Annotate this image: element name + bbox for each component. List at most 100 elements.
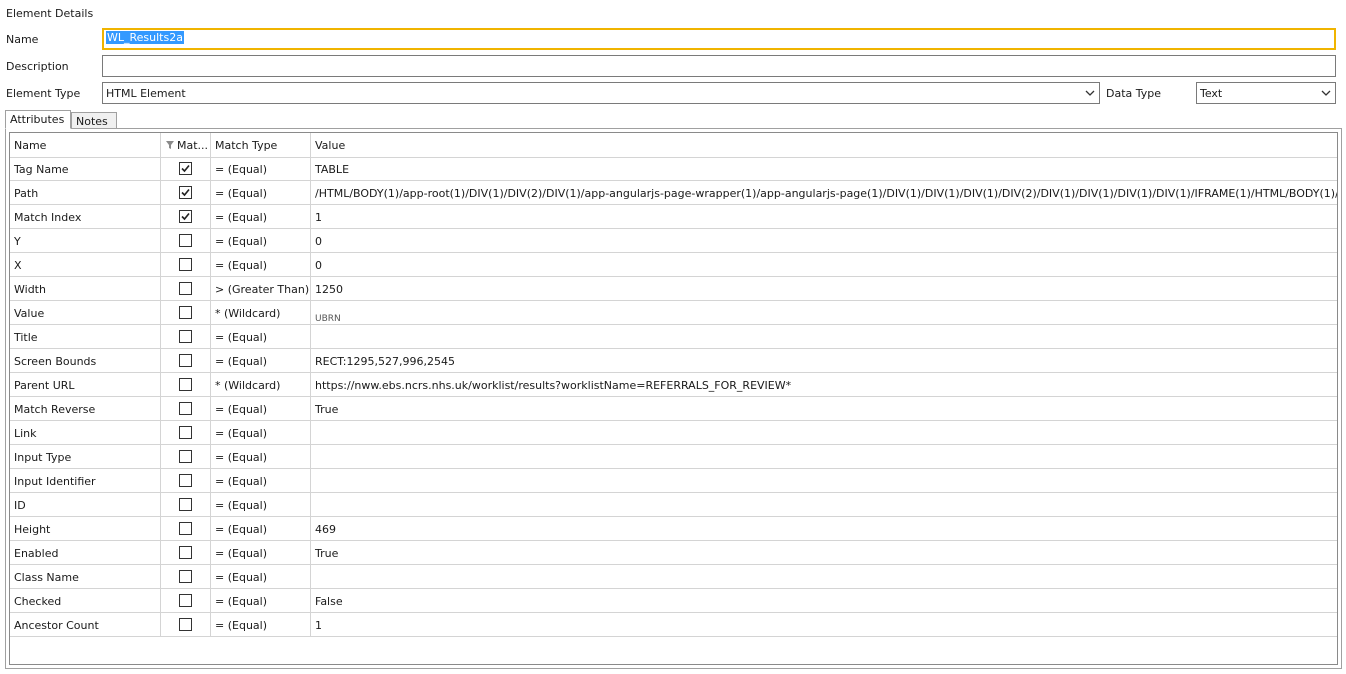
match-type-cell[interactable]: = (Equal) — [211, 253, 311, 276]
match-checkbox[interactable] — [179, 330, 192, 343]
value-cell[interactable]: 0 — [311, 229, 1337, 252]
match-checkbox[interactable] — [179, 426, 192, 439]
table-row[interactable]: Class Name = (Equal) — [10, 565, 1337, 589]
match-type-cell[interactable]: = (Equal) — [211, 421, 311, 444]
match-type-cell[interactable]: = (Equal) — [211, 493, 311, 516]
match-type-cell[interactable]: = (Equal) — [211, 181, 311, 204]
value-cell[interactable]: https://nww.ebs.ncrs.nhs.uk/worklist/res… — [311, 373, 1337, 396]
match-checkbox[interactable] — [179, 210, 192, 223]
table-row[interactable]: Parent URL * (Wildcard) https://nww.ebs.nc… — [10, 373, 1337, 397]
match-cell — [161, 181, 211, 204]
column-header-name[interactable]: Name — [10, 133, 161, 157]
table-row[interactable]: Input Type = (Equal) — [10, 445, 1337, 469]
table-row[interactable]: Checked = (Equal) False — [10, 589, 1337, 613]
match-checkbox[interactable] — [179, 498, 192, 511]
value-cell[interactable]: 1250 — [311, 277, 1337, 300]
table-row[interactable]: Match Reverse = (Equal) True — [10, 397, 1337, 421]
match-checkbox[interactable] — [179, 522, 192, 535]
match-type-cell[interactable]: = (Equal) — [211, 397, 311, 420]
value-cell[interactable] — [311, 325, 1337, 348]
attribute-value: 1 — [315, 619, 322, 632]
table-row[interactable]: Input Identifier = (Equal) — [10, 469, 1337, 493]
match-checkbox[interactable] — [179, 594, 192, 607]
element-type-dropdown[interactable]: HTML Element — [102, 82, 1100, 104]
element-type-value: HTML Element — [106, 87, 186, 100]
value-cell[interactable]: /HTML/BODY(1)/app-root(1)/DIV(1)/DIV(2)/… — [311, 181, 1337, 204]
table-row[interactable]: Ancestor Count = (Equal) 1 — [10, 613, 1337, 637]
match-type-cell[interactable]: = (Equal) — [211, 469, 311, 492]
match-checkbox[interactable] — [179, 618, 192, 631]
name-input[interactable]: WL_Results2a — [102, 28, 1336, 50]
value-cell[interactable]: UBRN — [311, 301, 1337, 324]
match-cell — [161, 589, 211, 612]
attribute-value: True — [315, 547, 339, 560]
value-cell[interactable] — [311, 565, 1337, 588]
match-checkbox[interactable] — [179, 354, 192, 367]
column-header-match-type[interactable]: Match Type — [211, 133, 311, 157]
column-header-match[interactable]: Mat... — [161, 133, 211, 157]
attribute-name: Tag Name — [10, 157, 161, 180]
tab-attributes[interactable]: Attributes — [5, 110, 71, 129]
match-checkbox[interactable] — [179, 282, 192, 295]
data-type-dropdown[interactable]: Text — [1196, 82, 1336, 104]
value-cell[interactable] — [311, 445, 1337, 468]
match-checkbox[interactable] — [179, 570, 192, 583]
match-checkbox[interactable] — [179, 306, 192, 319]
match-type-cell[interactable]: > (Greater Than) — [211, 277, 311, 300]
table-row[interactable]: Title = (Equal) — [10, 325, 1337, 349]
match-checkbox[interactable] — [179, 234, 192, 247]
match-checkbox[interactable] — [179, 450, 192, 463]
match-type-cell[interactable]: = (Equal) — [211, 589, 311, 612]
table-row[interactable]: X = (Equal) 0 — [10, 253, 1337, 277]
value-cell[interactable] — [311, 469, 1337, 492]
match-checkbox[interactable] — [179, 186, 192, 199]
match-checkbox[interactable] — [179, 402, 192, 415]
value-cell[interactable]: True — [311, 541, 1337, 564]
match-checkbox[interactable] — [179, 258, 192, 271]
match-type-cell[interactable]: = (Equal) — [211, 349, 311, 372]
table-row[interactable]: Value * (Wildcard) UBRN — [10, 301, 1337, 325]
value-cell[interactable] — [311, 421, 1337, 444]
table-row[interactable]: Tag Name = (Equal) TABLE — [10, 157, 1337, 181]
match-type-cell[interactable]: = (Equal) — [211, 229, 311, 252]
table-row[interactable]: Height = (Equal) 469 — [10, 517, 1337, 541]
match-type-cell[interactable]: = (Equal) — [211, 157, 311, 180]
table-row[interactable]: Link = (Equal) — [10, 421, 1337, 445]
attribute-name: Enabled — [10, 541, 161, 564]
table-row[interactable]: Width > (Greater Than) 1250 — [10, 277, 1337, 301]
match-type-cell[interactable]: * (Wildcard) — [211, 301, 311, 324]
table-row[interactable]: ID = (Equal) — [10, 493, 1337, 517]
match-checkbox[interactable] — [179, 474, 192, 487]
value-cell[interactable]: RECT:1295,527,996,2545 — [311, 349, 1337, 372]
match-checkbox[interactable] — [179, 546, 192, 559]
match-type-cell[interactable]: = (Equal) — [211, 541, 311, 564]
match-type-cell[interactable]: = (Equal) — [211, 205, 311, 228]
value-cell[interactable]: 469 — [311, 517, 1337, 540]
filter-icon[interactable] — [166, 141, 174, 149]
description-input[interactable] — [102, 55, 1336, 77]
value-cell[interactable]: 1 — [311, 613, 1337, 636]
table-row[interactable]: Y = (Equal) 0 — [10, 229, 1337, 253]
value-cell[interactable] — [311, 493, 1337, 516]
match-cell — [161, 445, 211, 468]
value-cell[interactable]: 1 — [311, 205, 1337, 228]
table-row[interactable]: Path = (Equal) /HTML/BODY(1)/app-root(1)/D… — [10, 181, 1337, 205]
table-row[interactable]: Enabled = (Equal) True — [10, 541, 1337, 565]
match-type-cell[interactable]: = (Equal) — [211, 565, 311, 588]
table-row[interactable]: Screen Bounds = (Equal) RECT:1295,527,996,… — [10, 349, 1337, 373]
match-type-cell[interactable]: = (Equal) — [211, 445, 311, 468]
match-type-cell[interactable]: * (Wildcard) — [211, 373, 311, 396]
value-cell[interactable]: True — [311, 397, 1337, 420]
match-type-cell[interactable]: = (Equal) — [211, 517, 311, 540]
table-row[interactable]: Match Index = (Equal) 1 — [10, 205, 1337, 229]
column-header-value[interactable]: Value — [311, 133, 1337, 157]
value-cell[interactable]: False — [311, 589, 1337, 612]
match-checkbox[interactable] — [179, 162, 192, 175]
check-icon — [181, 212, 190, 221]
value-cell[interactable]: TABLE — [311, 157, 1337, 180]
value-cell[interactable]: 0 — [311, 253, 1337, 276]
match-type-cell[interactable]: = (Equal) — [211, 613, 311, 636]
match-checkbox[interactable] — [179, 378, 192, 391]
tab-notes[interactable]: Notes — [71, 112, 117, 129]
match-type-cell[interactable]: = (Equal) — [211, 325, 311, 348]
